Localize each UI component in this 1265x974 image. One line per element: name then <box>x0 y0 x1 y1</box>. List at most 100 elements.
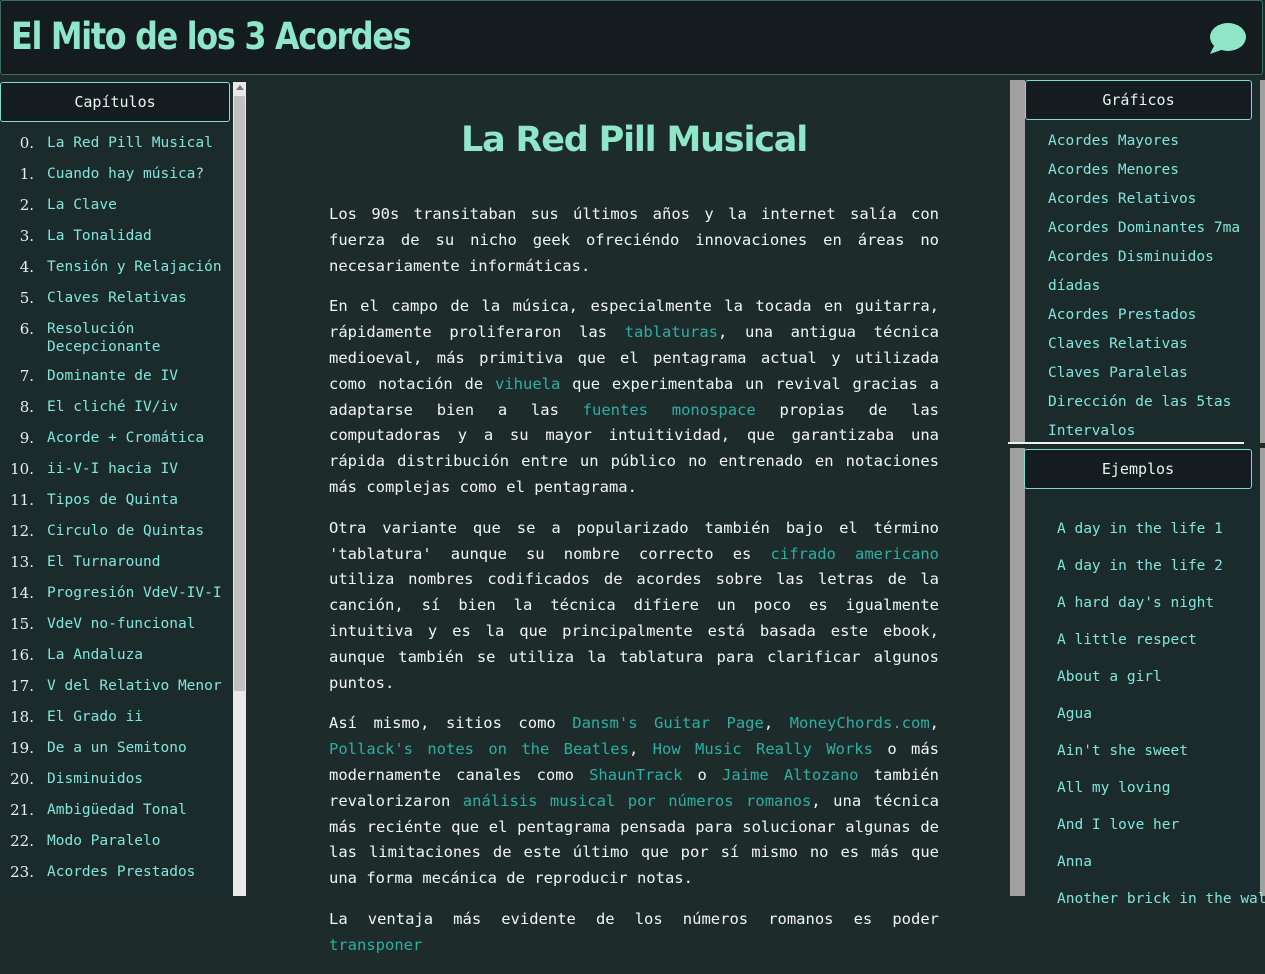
chapter-number: 9. <box>19 429 34 447</box>
chapter-link[interactable]: Circulo de Quintas <box>47 522 230 540</box>
chapter-item[interactable]: 23. Acordes Prestados <box>0 863 230 881</box>
chapter-link[interactable]: Acorde + Cromática <box>47 429 230 447</box>
chapter-link[interactable]: Acordes Prestados <box>47 863 230 881</box>
chapter-item[interactable]: 16. La Andaluza <box>0 646 230 664</box>
chapter-number: 22. <box>10 832 34 850</box>
chapter-item[interactable]: 5. Claves Relativas <box>0 289 230 307</box>
chapter-item[interactable]: 4. Tensión y Relajación <box>0 258 230 276</box>
article-link[interactable]: How Music Really Works <box>653 740 873 758</box>
chapter-link[interactable]: Progresión VdeV-IV-I <box>47 584 230 602</box>
article-link[interactable]: ShaunTrack <box>589 766 682 784</box>
chapter-item[interactable]: 20. Disminuidos <box>0 770 230 788</box>
chapter-link[interactable]: La Clave <box>47 196 230 214</box>
site-title[interactable]: El Mito de los 3 Acordes <box>11 15 412 58</box>
article-link[interactable]: vihuela <box>495 375 560 393</box>
panel-scrollbar-edge[interactable] <box>1260 80 1265 443</box>
article-link[interactable]: Dansm's Guitar Page <box>572 714 764 732</box>
chapter-link[interactable]: Tensión y Relajación <box>47 258 230 276</box>
chapter-item[interactable]: 21. Ambigüedad Tonal <box>0 801 230 819</box>
chapter-link[interactable]: ii-V-I hacia IV <box>47 460 230 478</box>
ejemplo-link[interactable]: A little respect <box>1057 622 1265 659</box>
ejemplo-link[interactable]: And I love her <box>1057 807 1265 844</box>
chapter-link[interactable]: El Turnaround <box>47 553 230 571</box>
chapter-item[interactable]: 2. La Clave <box>0 196 230 214</box>
chapter-item[interactable]: 9. Acorde + Cromática <box>0 429 230 447</box>
graficos-link[interactable]: Acordes Mayores <box>1048 127 1240 156</box>
panel-scrollbar[interactable] <box>1010 80 1025 443</box>
graficos-link[interactable]: Acordes Dominantes 7ma <box>1048 214 1240 243</box>
graficos-link[interactable]: díadas <box>1048 272 1240 301</box>
graficos-link[interactable]: Claves Relativas <box>1048 330 1240 359</box>
graficos-link[interactable]: Dirección de las 5tas <box>1048 388 1240 417</box>
chapter-link[interactable]: El Grado ii <box>47 708 230 726</box>
chapter-item[interactable]: 7. Dominante de IV <box>0 367 230 385</box>
graficos-link[interactable]: Acordes Relativos <box>1048 185 1240 214</box>
article-link[interactable]: cifrado americano <box>771 545 939 563</box>
ejemplo-link[interactable]: Another brick in the wall <box>1057 881 1265 918</box>
graficos-link[interactable]: Acordes Prestados <box>1048 301 1240 330</box>
chapter-item[interactable]: 13. El Turnaround <box>0 553 230 571</box>
ejemplo-link[interactable]: Ain't she sweet <box>1057 733 1265 770</box>
chapter-item[interactable]: 6. Resolución Decepcionante <box>0 320 230 356</box>
article-paragraph: Los 90s transitaban sus últimos años y l… <box>329 202 939 279</box>
chapter-link[interactable]: El cliché IV/iv <box>47 398 230 416</box>
chapter-link[interactable]: La Tonalidad <box>47 227 230 245</box>
article-link[interactable]: tablaturas <box>625 323 718 341</box>
chapter-item[interactable]: 15. VdeV no-funcional <box>0 615 230 633</box>
sidebar-scrollbar-thumb[interactable] <box>234 96 245 691</box>
chapter-item[interactable]: 22. Modo Paralelo <box>0 832 230 850</box>
ejemplo-link[interactable]: Agua <box>1057 696 1265 733</box>
chapter-link[interactable]: Disminuidos <box>47 770 230 788</box>
chapter-number: 18. <box>10 708 34 726</box>
article-text: utiliza nombres codificados de acordes s… <box>329 570 939 692</box>
chapter-item[interactable]: 14. Progresión VdeV-IV-I <box>0 584 230 602</box>
ejemplo-link[interactable]: A day in the life 1 <box>1057 511 1265 548</box>
article-link[interactable]: MoneyChords.com <box>790 714 930 732</box>
article-paragraph: En el campo de la música, especialmente … <box>329 294 939 500</box>
article-link[interactable]: Jaime Altozano <box>722 766 858 784</box>
chapter-link[interactable]: Cuando hay música? <box>47 165 230 183</box>
article-link[interactable]: análisis musical por números romanos <box>463 792 812 810</box>
chapter-item[interactable]: 0. La Red Pill Musical <box>0 134 230 152</box>
chapter-number: 4. <box>19 258 34 276</box>
chapter-item[interactable]: 11. Tipos de Quinta <box>0 491 230 509</box>
chapter-link[interactable]: Claves Relativas <box>47 289 230 307</box>
chapter-link[interactable]: Resolución Decepcionante <box>47 320 230 356</box>
ejemplo-link[interactable]: A hard day's night <box>1057 585 1265 622</box>
article-link[interactable]: fuentes monospace <box>583 401 756 419</box>
chapter-item[interactable]: 1. Cuando hay música? <box>0 165 230 183</box>
chapter-item[interactable]: 10. ii-V-I hacia IV <box>0 460 230 478</box>
chapter-link[interactable]: La Andaluza <box>47 646 230 664</box>
article-link[interactable]: Pollack's notes on the Beatles <box>329 740 629 758</box>
graficos-link[interactable]: Acordes Menores <box>1048 156 1240 185</box>
ejemplo-link[interactable]: Anna <box>1057 844 1265 881</box>
chapter-item[interactable]: 17. V del Relativo Menor <box>0 677 230 695</box>
chapter-item[interactable]: 19. De a un Semitono <box>0 739 230 757</box>
chapter-link[interactable]: Tipos de Quinta <box>47 491 230 509</box>
chapter-link[interactable]: VdeV no-funcional <box>47 615 230 633</box>
chapter-number: 11. <box>10 491 34 509</box>
chapter-link[interactable]: La Red Pill Musical <box>47 134 230 152</box>
article-paragraph: Así mismo, sitios como Dansm's Guitar Pa… <box>329 711 939 892</box>
article-link[interactable]: transponer <box>329 936 422 954</box>
chapter-number: 16. <box>10 646 34 664</box>
ejemplo-link[interactable]: About a girl <box>1057 659 1265 696</box>
chapter-item[interactable]: 18. El Grado ii <box>0 708 230 726</box>
chapter-link[interactable]: V del Relativo Menor <box>47 677 230 695</box>
panel-scrollbar[interactable] <box>1010 448 1025 896</box>
speech-bubble-icon[interactable] <box>1207 21 1247 57</box>
chapter-number: 20. <box>10 770 34 788</box>
chapter-link[interactable]: Dominante de IV <box>47 367 230 385</box>
graficos-link[interactable]: Acordes Disminuidos <box>1048 243 1240 272</box>
scroll-up-arrow-icon[interactable] <box>236 85 244 90</box>
chapter-link[interactable]: Ambigüedad Tonal <box>47 801 230 819</box>
chapter-link[interactable]: De a un Semitono <box>47 739 230 757</box>
graficos-link[interactable]: Claves Paralelas <box>1048 359 1240 388</box>
article-text: , <box>628 740 653 759</box>
chapter-link[interactable]: Modo Paralelo <box>47 832 230 850</box>
chapter-item[interactable]: 3. La Tonalidad <box>0 227 230 245</box>
ejemplo-link[interactable]: All my loving <box>1057 770 1265 807</box>
ejemplo-link[interactable]: A day in the life 2 <box>1057 548 1265 585</box>
chapter-item[interactable]: 8. El cliché IV/iv <box>0 398 230 416</box>
chapter-item[interactable]: 12. Circulo de Quintas <box>0 522 230 540</box>
